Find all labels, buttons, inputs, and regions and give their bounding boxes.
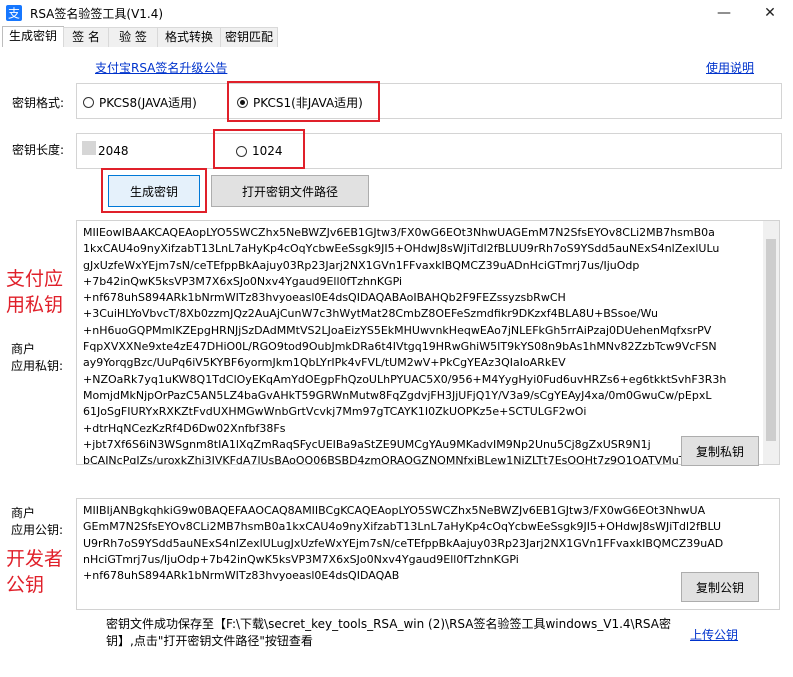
public-key-label-line2: 应用公钥:: [11, 523, 64, 537]
tab-verify[interactable]: 验 签: [108, 27, 158, 47]
annotation-developer-public-key: 开发者 公钥: [6, 546, 63, 598]
radio-pkcs8[interactable]: PKCS8(JAVA适用): [83, 94, 197, 111]
private-key-line: MIIEowIBAAKCAQEAopLYO5SWCZhx5NeBWZJv6EB1…: [83, 226, 715, 239]
key-length-group: [76, 133, 782, 169]
rsa-upgrade-notice-link[interactable]: 支付宝RSA签名升级公告: [95, 59, 227, 76]
public-key-line: +nf678uhS894ARk1bNrmWITz83hvyoeasl0E4dsQ…: [83, 569, 400, 583]
tab-key-match[interactable]: 密钥匹配: [220, 27, 278, 47]
private-key-line: +dtrHqNCezKzRf4D6Dw02Xnfbf38Fs: [83, 421, 286, 435]
private-key-scrollbar[interactable]: [763, 221, 779, 464]
annotation-line: 用私钥: [6, 294, 64, 316]
public-key-textarea[interactable]: MIIBIjANBgkqhkiG9w0BAQEFAAOCAQ8AMIIBCgKC…: [76, 498, 780, 610]
public-key-line: nHciGTmrj7us/IjuOdp+7b42inQwK5ksVP3M7X6x…: [83, 552, 519, 566]
annotation-app-private-key: 支付应 用私钥: [6, 266, 63, 318]
private-key-label-line2: 应用私钥:: [11, 359, 64, 373]
private-key-line: MomjdMkNjpOrPazC5AN5LZ4baGvAHkT59GRWnMut…: [83, 388, 712, 402]
key-format-label: 密钥格式:: [12, 96, 65, 110]
private-key-textarea[interactable]: MIIEowIBAAKCAQEAopLYO5SWCZhx5NeBWZJv6EB1…: [76, 220, 780, 465]
private-key-line: ay9YorqgBzc/UuPq6iV5KYBF6yormJkm1QbLYrIP…: [83, 356, 566, 370]
radio-pkcs1[interactable]: PKCS1(非JAVA适用): [237, 94, 363, 111]
public-key-line: U9rRh7oS9YSdd5auNExS4nlZexlULugJxUzfeWxY…: [83, 536, 724, 550]
annotation-line: 公钥: [6, 574, 45, 596]
private-key-line: +nf678uhS894ARk1bNrmWITz83hvyoeasl0E4dsQ…: [83, 291, 566, 305]
tab-generate-key[interactable]: 生成密钥: [2, 26, 64, 48]
copy-private-key-button[interactable]: 复制私钥: [681, 436, 759, 466]
radio-checked-icon: [237, 97, 248, 108]
tab-sign[interactable]: 签 名: [63, 27, 109, 47]
private-key-line: +NZOaRk7yq1uKW8Q1TdClOyEKqAmYdOEgpFhQzoU…: [83, 372, 727, 386]
radio-pkcs8-label: PKCS8(JAVA适用): [99, 96, 197, 110]
annotation-line: 支付应: [6, 268, 64, 290]
radio-unchecked-icon: [236, 145, 247, 157]
tab-format-convert[interactable]: 格式转换: [157, 27, 221, 47]
title-bar: 支 RSA签名验签工具(V1.4) — ✕: [0, 0, 793, 26]
radio-unchecked-icon: [83, 97, 94, 108]
radio-1024[interactable]: 1024: [236, 144, 283, 158]
radio-dot-icon: [240, 100, 245, 105]
private-key-scroll-thumb[interactable]: [766, 239, 776, 441]
public-key-line: MIIBIjANBgkqhkiG9w0BAQEFAAOCAQ8AMIIBCgKC…: [83, 504, 706, 517]
public-key-label-line1: 商户: [11, 506, 36, 520]
minimize-icon: —: [717, 5, 731, 21]
close-button[interactable]: ✕: [747, 0, 793, 26]
radio-pkcs1-label: PKCS1(非JAVA适用): [253, 96, 363, 110]
private-key-line: +7b42inQwK5ksVP3M7X6xSJo0Nxv4Ygaud9Ell0f…: [83, 274, 403, 288]
radio-1024-label: 1024: [252, 144, 283, 158]
upload-public-key-link[interactable]: 上传公钥: [690, 626, 738, 643]
radio-2048-label: 2048: [98, 144, 129, 158]
private-key-line: gJxUzfeWxYEjm7sN/ceTEfppBkAajuy03Rp23Jar…: [83, 258, 640, 272]
open-key-path-button[interactable]: 打开密钥文件路径: [211, 175, 369, 207]
annotation-line: 开发者: [6, 548, 64, 570]
private-key-label-line1: 商户: [11, 342, 36, 356]
private-key-line: +nH6uoGQPMmlKZEpgHRNJjSzDAdMMtVS2LJoaEiz…: [83, 323, 712, 337]
private-key-line: 1kxCAU4o9nyXifzabT13LnL7aHyKp4cOqYcbwEeS…: [83, 242, 720, 256]
key-length-label: 密钥长度:: [12, 143, 65, 157]
status-save-path-line2: 钥】,点击"打开密钥文件路径"按钮查看: [106, 634, 313, 648]
private-key-line: 61JoSgFIURYxRXKZtFvdUXHMGwWnbGrtVcvkj7Mm…: [83, 405, 587, 419]
private-key-line: bCAINcPgJZs/uroxkZhj3IVKFdA7lUsBAoOQ06BS…: [83, 454, 709, 465]
minimize-button[interactable]: —: [701, 0, 747, 26]
radio-2048-obscured-icon[interactable]: [82, 141, 96, 155]
status-save-path-line1: 密钥文件成功保存至【F:\下载\secret_key_tools_RSA_win…: [106, 617, 671, 631]
generate-key-button[interactable]: 生成密钥: [108, 175, 200, 207]
private-key-line: FqpXVXXNe9xte4zE47DHiO0L/RGO9tod9OubJmkD…: [83, 340, 717, 354]
close-icon: ✕: [764, 5, 776, 21]
copy-public-key-button[interactable]: 复制公钥: [681, 572, 759, 602]
svg-text:支: 支: [8, 7, 20, 21]
help-link[interactable]: 使用说明: [706, 59, 754, 76]
alipay-app-icon: 支: [6, 5, 22, 21]
private-key-line: +3CuiHLYoVbvcT/8Xb0zzmJQz2AuAjCunW7c3hWy…: [83, 307, 659, 321]
window-title: RSA签名验签工具(V1.4): [30, 7, 164, 21]
private-key-line: +jbt7Xf6S6iN3WSgnm8tIA1lXqZmRaqSFycUEIBa…: [83, 437, 651, 451]
public-key-line: GEmM7N2SfsEYOv8CLi2MB7hsmB0a1kxCAU4o9nyX…: [83, 520, 722, 534]
